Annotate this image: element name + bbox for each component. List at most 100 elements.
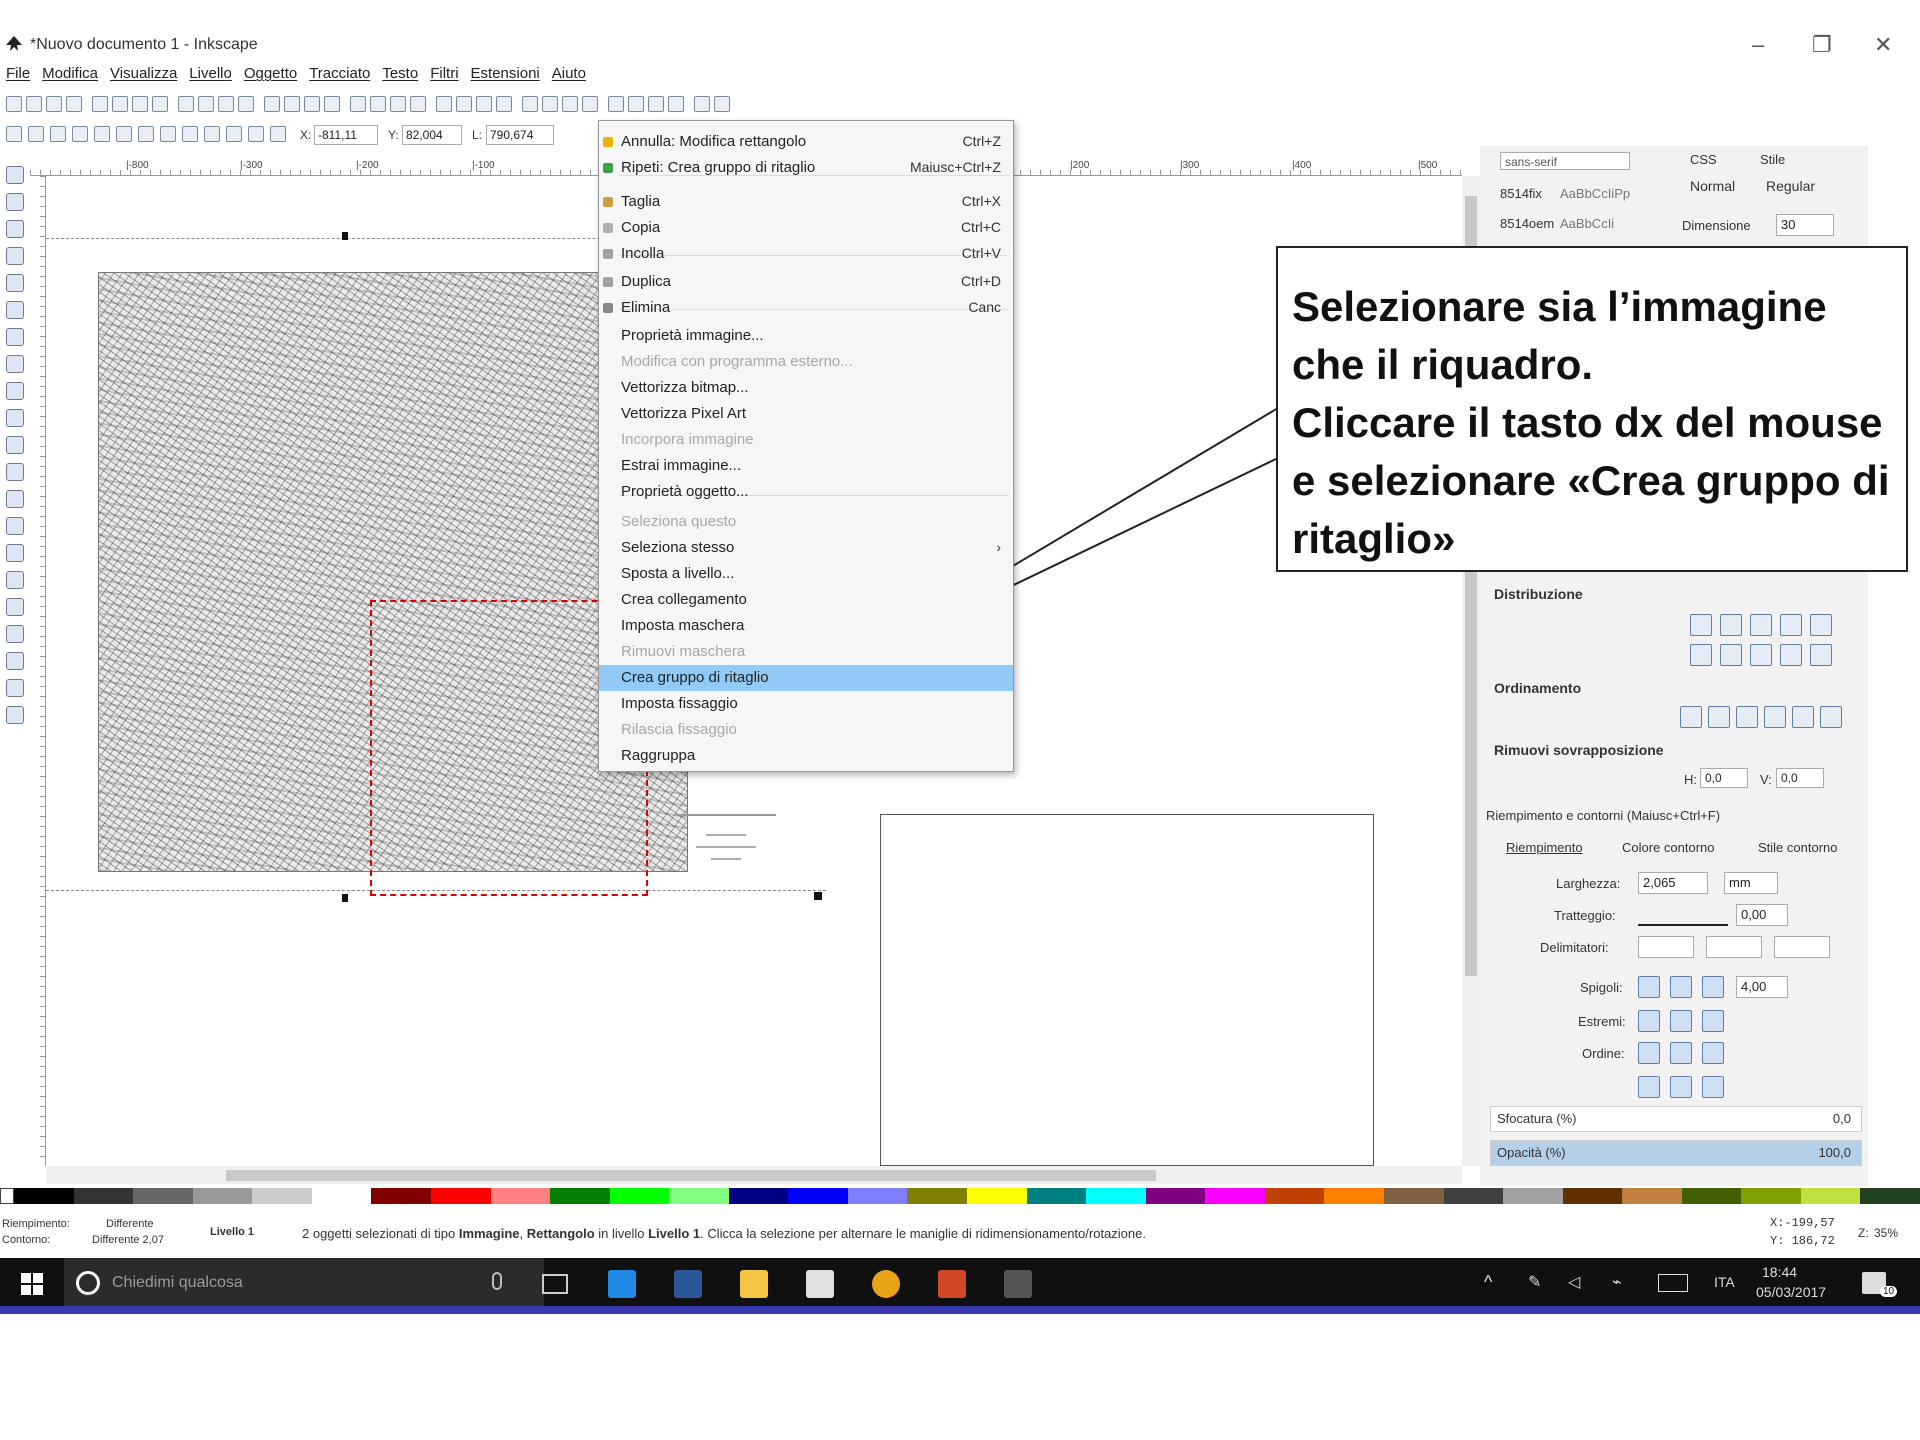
- dash-offset-input[interactable]: 0,00: [1736, 904, 1788, 926]
- menu-item-incolla[interactable]: Incolla Ctrl+V: [599, 241, 1013, 267]
- color-swatch[interactable]: [14, 1188, 74, 1204]
- arrange-button[interactable]: [1680, 706, 1702, 728]
- store-icon[interactable]: [806, 1270, 834, 1298]
- color-swatch[interactable]: [133, 1188, 193, 1204]
- ellipse-tool-icon[interactable]: [6, 355, 24, 373]
- color-swatch[interactable]: [371, 1188, 431, 1204]
- cap-square-button[interactable]: [1702, 1010, 1724, 1032]
- selector-control-icon[interactable]: [270, 126, 286, 142]
- color-swatch[interactable]: [311, 1188, 372, 1204]
- color-swatch[interactable]: [1086, 1188, 1146, 1204]
- font-row-name[interactable]: 8514oem: [1500, 216, 1554, 231]
- tab-riempimento[interactable]: Riempimento: [1506, 840, 1583, 855]
- menu-item-raggruppa[interactable]: Raggruppa: [599, 743, 1013, 769]
- menu-item-annulla-modifica-rettangolo[interactable]: Annulla: Modifica rettangolo Ctrl+Z: [599, 129, 1013, 155]
- color-swatch[interactable]: [728, 1188, 789, 1204]
- paint-order-button[interactable]: [1638, 1042, 1660, 1064]
- color-swatch[interactable]: [1443, 1188, 1504, 1204]
- keyboard-icon[interactable]: [1658, 1274, 1688, 1292]
- selector-control-icon[interactable]: [248, 126, 264, 142]
- menu-item-taglia[interactable]: Taglia Ctrl+X: [599, 189, 1013, 215]
- distribute-button[interactable]: [1750, 614, 1772, 636]
- toolbar-command-icon[interactable]: [218, 96, 234, 112]
- toolbar-command-icon[interactable]: [238, 96, 254, 112]
- menu-item-seleziona-stesso[interactable]: Seleziona stesso ›: [599, 535, 1013, 561]
- arrange-button[interactable]: [1820, 706, 1842, 728]
- text-tool-icon[interactable]: [6, 517, 24, 535]
- toolbar-command-icon[interactable]: [714, 96, 730, 112]
- toolbar-command-icon[interactable]: [264, 96, 280, 112]
- paint-order-button[interactable]: [1670, 1042, 1692, 1064]
- menu-modifica[interactable]: Modifica: [42, 65, 98, 82]
- selector-control-icon[interactable]: [204, 126, 220, 142]
- toolbar-command-icon[interactable]: [350, 96, 366, 112]
- pen-tool-icon[interactable]: [6, 463, 24, 481]
- star-tool-icon[interactable]: [6, 382, 24, 400]
- zoom-input[interactable]: 35%: [1874, 1226, 1898, 1240]
- selector-tool-icon[interactable]: [6, 166, 24, 184]
- distribute-button[interactable]: [1780, 644, 1802, 666]
- toolbar-command-icon[interactable]: [178, 96, 194, 112]
- distribute-button[interactable]: [1720, 644, 1742, 666]
- dash-pattern-select[interactable]: [1638, 912, 1728, 926]
- x-input[interactable]: -811,11: [314, 125, 378, 145]
- color-swatch[interactable]: [1383, 1188, 1444, 1204]
- color-swatch[interactable]: [1205, 1188, 1265, 1204]
- v-input[interactable]: 0,0: [1776, 768, 1824, 788]
- color-swatch[interactable]: [550, 1188, 610, 1204]
- marker-start-select[interactable]: [1638, 936, 1694, 958]
- toolbar-command-icon[interactable]: [26, 96, 42, 112]
- arrange-button[interactable]: [1764, 706, 1786, 728]
- color-swatch[interactable]: [430, 1188, 491, 1204]
- connector-tool-icon[interactable]: [6, 706, 24, 724]
- paint-order-button[interactable]: [1702, 1076, 1724, 1098]
- arrange-button[interactable]: [1792, 706, 1814, 728]
- edge-icon[interactable]: [608, 1270, 636, 1298]
- menu-filtri[interactable]: Filtri: [430, 65, 458, 82]
- style-normal[interactable]: Normal: [1690, 178, 1735, 194]
- menu-testo[interactable]: Testo: [382, 65, 418, 82]
- cap-round-button[interactable]: [1670, 1010, 1692, 1032]
- bucket-tool-icon[interactable]: [6, 598, 24, 616]
- selector-control-icon[interactable]: [182, 126, 198, 142]
- menu-estensioni[interactable]: Estensioni: [471, 65, 540, 82]
- distribute-button[interactable]: [1750, 644, 1772, 666]
- chevron-up-icon[interactable]: ^: [1484, 1272, 1492, 1293]
- toolbar-command-icon[interactable]: [284, 96, 300, 112]
- arrange-button[interactable]: [1736, 706, 1758, 728]
- larghezza-input[interactable]: 2,065: [1638, 872, 1708, 894]
- word-icon[interactable]: [674, 1270, 702, 1298]
- distribute-button[interactable]: [1720, 614, 1742, 636]
- toolbar-command-icon[interactable]: [6, 96, 22, 112]
- tab-colore-contorno[interactable]: Colore contorno: [1622, 840, 1715, 855]
- color-swatch[interactable]: [1503, 1188, 1563, 1204]
- file-explorer-icon[interactable]: [740, 1270, 768, 1298]
- arrange-button[interactable]: [1708, 706, 1730, 728]
- paint-order-button[interactable]: [1638, 1076, 1660, 1098]
- size-input[interactable]: 30: [1776, 214, 1834, 236]
- toolbar-command-icon[interactable]: [132, 96, 148, 112]
- color-swatch[interactable]: [609, 1188, 670, 1204]
- color-swatch[interactable]: [1026, 1188, 1087, 1204]
- menu-item-imposta-maschera[interactable]: Imposta maschera: [599, 613, 1013, 639]
- paint-order-button[interactable]: [1670, 1076, 1692, 1098]
- toolbar-command-icon[interactable]: [152, 96, 168, 112]
- menu-item-sposta-a-livello[interactable]: Sposta a livello...: [599, 561, 1013, 587]
- windows-start-icon[interactable]: [20, 1272, 44, 1296]
- clock-date[interactable]: 05/03/2017: [1756, 1284, 1826, 1300]
- color-swatch[interactable]: [252, 1188, 312, 1204]
- search-box[interactable]: Chiedimi qualcosa: [64, 1258, 544, 1310]
- close-button[interactable]: ✕: [1874, 32, 1892, 58]
- toolbar-command-icon[interactable]: [562, 96, 578, 112]
- toolbar-command-icon[interactable]: [324, 96, 340, 112]
- gradient-tool-icon[interactable]: [6, 625, 24, 643]
- join-miter-button[interactable]: [1638, 976, 1660, 998]
- tweak-tool-icon[interactable]: [6, 220, 24, 238]
- color-palette[interactable]: [0, 1188, 1920, 1204]
- spray-tool-icon[interactable]: [6, 544, 24, 562]
- eraser-tool-icon[interactable]: [6, 571, 24, 589]
- distribute-button[interactable]: [1780, 614, 1802, 636]
- scrollbar-thumb[interactable]: [226, 1170, 1156, 1181]
- toolbar-command-icon[interactable]: [608, 96, 624, 112]
- menu-file[interactable]: File: [6, 65, 30, 82]
